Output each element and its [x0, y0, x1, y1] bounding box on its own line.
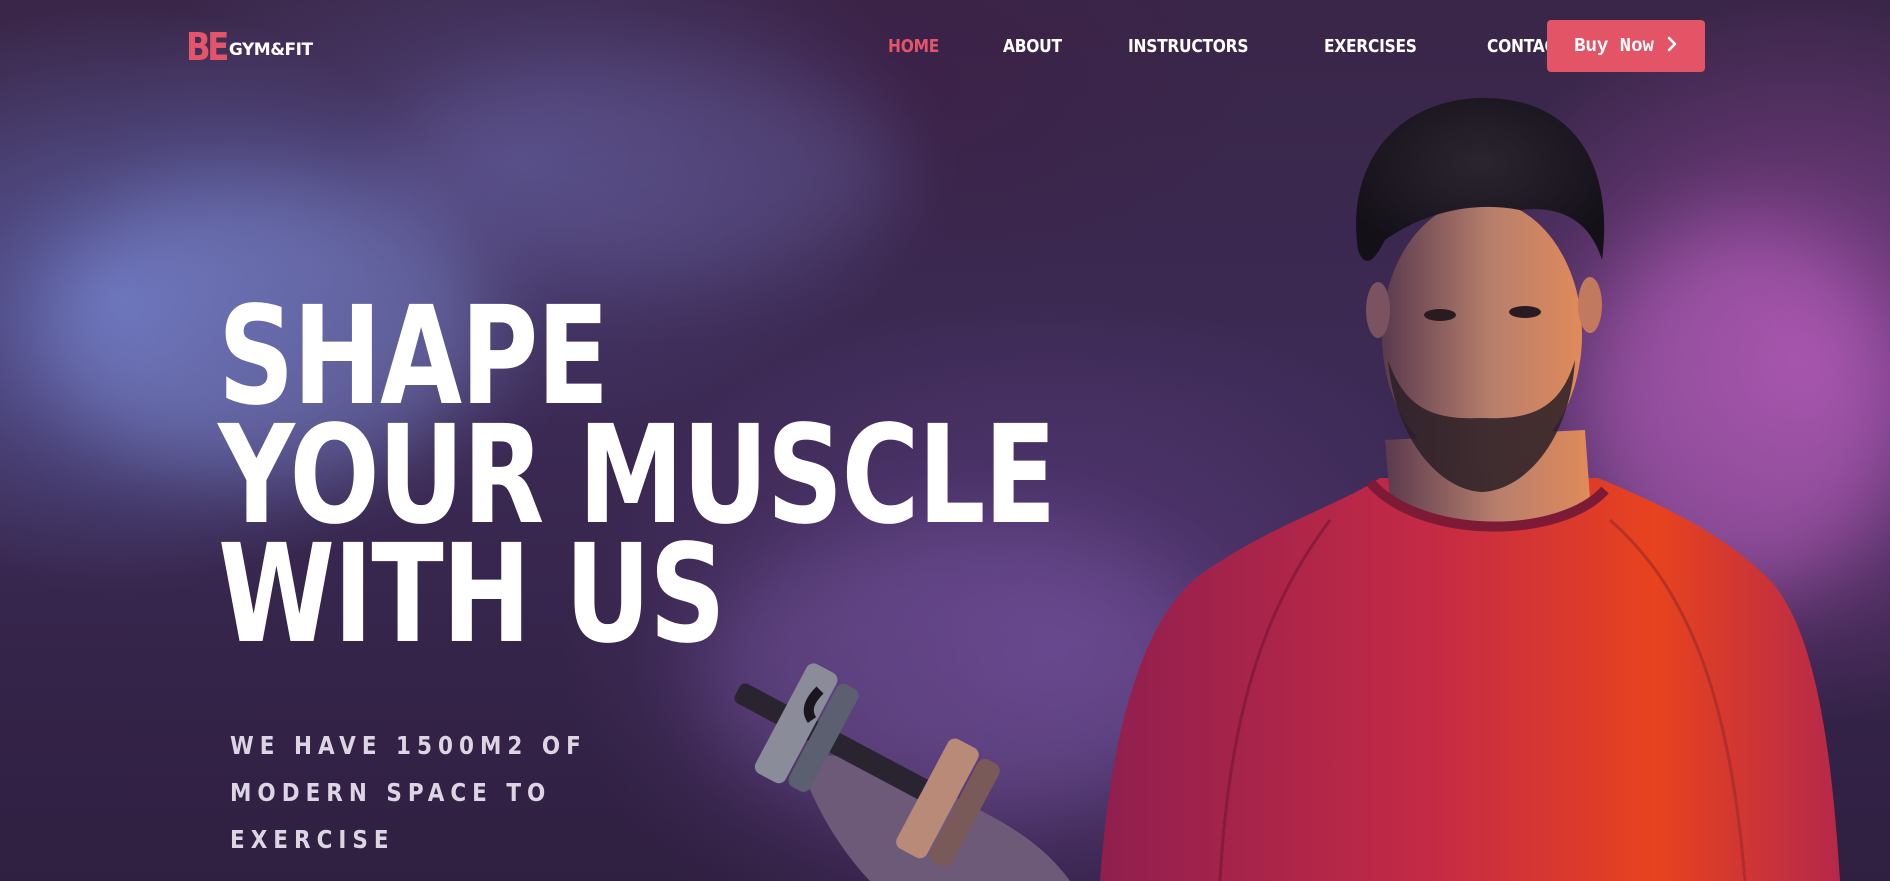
buy-now-button[interactable]: Buy Now: [1547, 20, 1705, 72]
nav-item-about[interactable]: ABOUT: [1003, 36, 1062, 57]
logo-text: GYM&FIT: [228, 40, 313, 60]
hero-subheading: WE HAVE 1500M2 OF MODERN SPACE TO EXERCI…: [230, 722, 587, 863]
smoke-cloud: [380, 60, 900, 280]
logo[interactable]: BE GYM&FIT: [186, 28, 313, 66]
main-nav: HOME ABOUT INSTRUCTORS EXERCISES CONTACT: [888, 36, 1635, 57]
nav-item-home[interactable]: HOME: [888, 36, 939, 57]
buy-now-label: Buy Now: [1574, 35, 1654, 57]
nav-item-exercises[interactable]: EXERCISES: [1324, 36, 1417, 57]
hero-headline: SHAPE YOUR MUSCLE WITH US: [218, 289, 1056, 663]
chevron-right-icon: [1666, 36, 1678, 57]
hero-subheading-line: MODERN SPACE TO: [230, 778, 552, 807]
hero-subheading-line: WE HAVE 1500M2 OF: [230, 731, 587, 760]
smoke-cloud: [1580, 220, 1890, 600]
logo-mark: BE: [186, 25, 229, 69]
hero-subheading-line: EXERCISE: [230, 825, 395, 854]
nav-item-instructors[interactable]: INSTRUCTORS: [1128, 36, 1248, 57]
